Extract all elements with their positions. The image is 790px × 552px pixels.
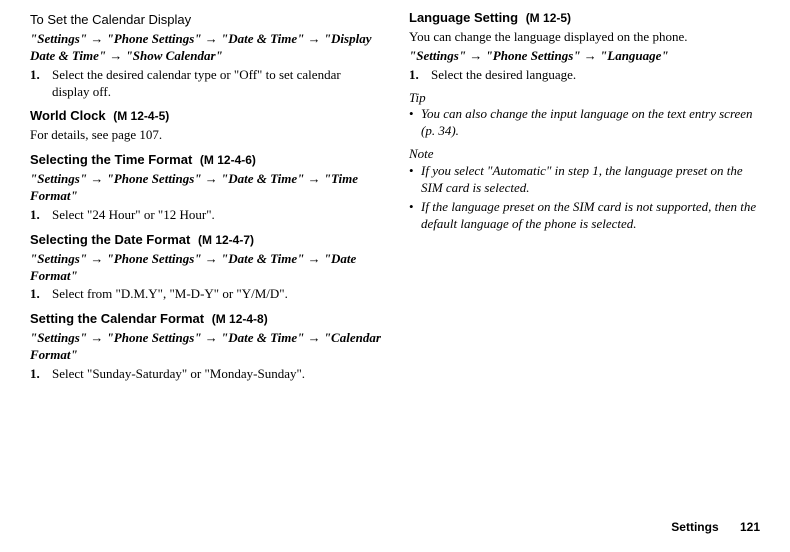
step-number: 1. xyxy=(30,207,52,224)
r-sec1-heading: Language Setting (M 12-5) xyxy=(409,10,760,27)
left-column: To Set the Calendar Display "Settings" →… xyxy=(30,10,381,389)
path-part: "Date & Time" xyxy=(221,251,304,266)
arrow-icon: → xyxy=(205,171,218,186)
content-columns: To Set the Calendar Display "Settings" →… xyxy=(30,10,760,389)
sec2-title: World Clock xyxy=(30,108,106,123)
step-number: 1. xyxy=(30,67,52,101)
path-part: "Date & Time" xyxy=(221,171,304,186)
r-sec1-path: "Settings" → "Phone Settings" → "Languag… xyxy=(409,48,760,65)
sec3-title: Selecting the Time Format xyxy=(30,152,192,167)
path-part: "Phone Settings" xyxy=(107,171,202,186)
path-part: "Phone Settings" xyxy=(486,48,581,63)
note-label: Note xyxy=(409,146,760,163)
path-part: "Date & Time" xyxy=(221,31,304,46)
note-bullet-row: • If you select "Automatic" in step 1, t… xyxy=(409,163,760,197)
sec2-menuref: (M 12-4-5) xyxy=(113,109,169,123)
step-text: Select the desired calendar type or "Off… xyxy=(52,67,381,101)
path-part: "Settings" xyxy=(30,251,87,266)
sec2-heading: World Clock (M 12-4-5) xyxy=(30,108,381,125)
arrow-icon: → xyxy=(109,48,122,63)
bullet-icon: • xyxy=(409,163,421,197)
sec5-path: "Settings" → "Phone Settings" → "Date & … xyxy=(30,330,381,364)
path-part: "Settings" xyxy=(30,330,87,345)
arrow-icon: → xyxy=(205,330,218,345)
sec5-step: 1. Select "Sunday-Saturday" or "Monday-S… xyxy=(30,366,381,383)
bullet-icon: • xyxy=(409,106,421,140)
sec2-desc: For details, see page 107. xyxy=(30,127,381,144)
arrow-icon: → xyxy=(90,330,103,345)
bullet-icon: • xyxy=(409,199,421,233)
arrow-icon: → xyxy=(308,251,321,266)
step-text: Select the desired language. xyxy=(431,67,760,84)
path-part: "Date & Time" xyxy=(221,330,304,345)
step-text: Select from "D.M.Y", "M-D-Y" or "Y/M/D". xyxy=(52,286,381,303)
sec1-title: To Set the Calendar Display xyxy=(30,12,381,29)
sec4-path: "Settings" → "Phone Settings" → "Date & … xyxy=(30,251,381,285)
path-part: "Settings" xyxy=(30,31,87,46)
sec3-menuref: (M 12-4-6) xyxy=(200,153,256,167)
sec4-menuref: (M 12-4-7) xyxy=(198,233,254,247)
arrow-icon: → xyxy=(308,330,321,345)
sec1-step: 1. Select the desired calendar type or "… xyxy=(30,67,381,101)
path-part: "Phone Settings" xyxy=(107,31,202,46)
arrow-icon: → xyxy=(90,251,103,266)
arrow-icon: → xyxy=(90,171,103,186)
r-sec1-title: Language Setting xyxy=(409,10,518,25)
sec5-menuref: (M 12-4-8) xyxy=(212,312,268,326)
page-footer: Settings 121 xyxy=(671,520,760,536)
path-part: "Phone Settings" xyxy=(107,251,202,266)
r-sec1-desc: You can change the language displayed on… xyxy=(409,29,760,46)
arrow-icon: → xyxy=(308,31,321,46)
path-part: "Settings" xyxy=(30,171,87,186)
arrow-icon: → xyxy=(205,31,218,46)
arrow-icon: → xyxy=(90,31,103,46)
right-column: Language Setting (M 12-5) You can change… xyxy=(409,10,760,389)
footer-section: Settings xyxy=(671,520,718,534)
arrow-icon: → xyxy=(205,251,218,266)
step-number: 1. xyxy=(409,67,431,84)
sec4-heading: Selecting the Date Format (M 12-4-7) xyxy=(30,232,381,249)
sec4-title: Selecting the Date Format xyxy=(30,232,190,247)
step-text: Select "Sunday-Saturday" or "Monday-Sund… xyxy=(52,366,381,383)
note-bullet-text-1: If you select "Automatic" in step 1, the… xyxy=(421,163,760,197)
sec5-heading: Setting the Calendar Format (M 12-4-8) xyxy=(30,311,381,328)
tip-bullet-row: • You can also change the input language… xyxy=(409,106,760,140)
step-text: Select "24 Hour" or "12 Hour". xyxy=(52,207,381,224)
sec1-path: "Settings" → "Phone Settings" → "Date & … xyxy=(30,31,381,65)
tip-bullet-text: You can also change the input language o… xyxy=(421,106,760,140)
footer-page: 121 xyxy=(740,520,760,534)
path-part: "Phone Settings" xyxy=(107,330,202,345)
arrow-icon: → xyxy=(308,171,321,186)
note-bullet-row: • If the language preset on the SIM card… xyxy=(409,199,760,233)
path-part: "Show Calendar" xyxy=(126,48,223,63)
arrow-icon: → xyxy=(584,48,597,63)
path-part: "Language" xyxy=(600,48,669,63)
r-sec1-step: 1. Select the desired language. xyxy=(409,67,760,84)
sec3-step: 1. Select "24 Hour" or "12 Hour". xyxy=(30,207,381,224)
sec3-heading: Selecting the Time Format (M 12-4-6) xyxy=(30,152,381,169)
r-sec1-menuref: (M 12-5) xyxy=(526,11,571,25)
sec4-step: 1. Select from "D.M.Y", "M-D-Y" or "Y/M/… xyxy=(30,286,381,303)
path-part: "Settings" xyxy=(409,48,466,63)
arrow-icon: → xyxy=(469,48,482,63)
step-number: 1. xyxy=(30,286,52,303)
step-number: 1. xyxy=(30,366,52,383)
note-bullet-text-2: If the language preset on the SIM card i… xyxy=(421,199,760,233)
tip-label: Tip xyxy=(409,90,760,107)
sec3-path: "Settings" → "Phone Settings" → "Date & … xyxy=(30,171,381,205)
sec5-title: Setting the Calendar Format xyxy=(30,311,204,326)
